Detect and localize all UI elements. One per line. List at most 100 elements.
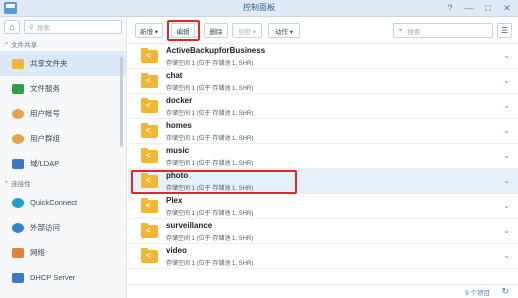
sidebar-top: ⌂ ⚲ 搜索 [0, 17, 126, 37]
sidebar-item-domain-ldap[interactable]: 域/LDAP [0, 151, 126, 176]
group-icon [12, 133, 24, 144]
list-item[interactable]: surveillance 存储空间 1 (位于 存储池 1, SHR) ⌄ [128, 219, 518, 244]
chevron-up-icon: ^ [5, 179, 9, 187]
share-name: Plex [166, 196, 183, 205]
list-item[interactable]: docker 存储空间 1 (位于 存储池 1, SHR) ⌄ [128, 94, 518, 119]
domain-icon [12, 158, 24, 169]
network-icon [12, 247, 24, 258]
sidebar-item-external-access[interactable]: 外部访问 [0, 215, 126, 240]
share-description: 存储空间 1 (位于 存储池 1, SHR) [166, 111, 254, 117]
filter-icon: ⏷ [398, 26, 404, 34]
share-description: 存储空间 1 (位于 存储池 1, SHR) [166, 86, 254, 92]
share-name: chat [166, 71, 183, 80]
maximize-button[interactable]: □ [483, 1, 493, 15]
sidebar-item-label: 用户帐号 [30, 109, 60, 118]
delete-button[interactable]: 删除 [204, 23, 228, 38]
sidebar-item-dhcp-server[interactable]: DHCP Server [0, 265, 126, 290]
chevron-down-icon[interactable]: ⌄ [503, 251, 510, 260]
share-name: music [166, 146, 190, 155]
help-button[interactable]: ? [445, 1, 455, 15]
share-description: 存储空间 1 (位于 存储池 1, SHR) [166, 261, 254, 267]
sidebar-item-label: 文件服务 [30, 84, 60, 93]
minimize-button[interactable]: — [464, 1, 474, 15]
shared-folder-icon [141, 98, 158, 113]
list-item-selected[interactable]: photo 存储空间 1 (位于 存储池 1, SHR) ⌄ [128, 169, 518, 194]
section-file-sharing-label: 文件共享 [11, 42, 38, 49]
sidebar-item-user[interactable]: 用户帐号 [0, 101, 126, 126]
close-button[interactable]: ✕ [502, 1, 512, 15]
item-count: 9 个项目 [465, 290, 490, 297]
sidebar-item-label: 外部访问 [30, 223, 60, 232]
sidebar-item-group[interactable]: 用户群组 [0, 126, 126, 151]
action-button[interactable]: 动作 ▾ [268, 23, 300, 38]
chevron-up-icon: ^ [5, 40, 9, 48]
filter-search-input[interactable]: ⏷ 搜索 [393, 23, 493, 38]
list-item[interactable]: video 存储空间 1 (位于 存储池 1, SHR) ⌄ [128, 244, 518, 269]
share-name: surveillance [166, 221, 213, 230]
share-description: 存储空间 1 (位于 存储池 1, SHR) [166, 136, 254, 142]
toolbar: 新增 ▾ 编辑 删除 加密 ▾ 动作 ▾ ⏷ 搜索 ☰ [128, 17, 518, 44]
globe-icon [12, 222, 24, 233]
photo-highlight-box [131, 170, 297, 194]
chevron-down-icon[interactable]: ⌄ [503, 101, 510, 110]
window-title: 控制面板 [243, 3, 275, 12]
section-connectivity-label: 连接性 [11, 181, 31, 188]
search-icon: ⚲ [29, 24, 34, 31]
shared-folder-icon [141, 198, 158, 213]
shared-folder-list: ActiveBackupforBusiness 存储空间 1 (位于 存储池 1… [128, 44, 518, 284]
share-description: 存储空间 1 (位于 存储池 1, SHR) [166, 161, 254, 167]
shared-folder-icon [141, 123, 158, 138]
shared-folder-icon [141, 48, 158, 63]
chevron-down-icon[interactable]: ⌄ [503, 201, 510, 210]
home-button[interactable]: ⌂ [4, 20, 20, 34]
chevron-down-icon[interactable]: ⌄ [503, 51, 510, 60]
dhcp-icon [12, 272, 24, 283]
sidebar-item-shared-folder[interactable]: 共享文件夹 [0, 51, 126, 76]
create-button[interactable]: 新增 ▾ [135, 23, 163, 38]
encrypt-button[interactable]: 加密 ▾ [232, 23, 262, 38]
sidebar-item-label: 用户群组 [30, 134, 60, 143]
sidebar-item-file-services[interactable]: 文件服务 [0, 76, 126, 101]
list-item[interactable]: music 存储空间 1 (位于 存储池 1, SHR) ⌄ [128, 144, 518, 169]
chevron-down-icon[interactable]: ⌄ [503, 176, 510, 185]
list-view-icon: ☰ [500, 26, 509, 35]
section-connectivity[interactable]: ^ 连接性 [0, 176, 126, 190]
home-icon: ⌂ [9, 22, 15, 32]
chevron-down-icon[interactable]: ⌄ [503, 76, 510, 85]
shared-folder-icon [141, 148, 158, 163]
filter-placeholder: 搜索 [407, 28, 421, 36]
quickconnect-icon [12, 197, 24, 208]
chevron-down-icon[interactable]: ⌄ [503, 126, 510, 135]
sidebar: ⌂ ⚲ 搜索 ^ 文件共享 共享文件夹 文件服务 用户帐号 用户群组 域/LDA… [0, 17, 127, 298]
sidebar-scrollbar[interactable] [120, 57, 123, 147]
share-name: docker [166, 96, 193, 105]
list-footer: 9 个项目 ↻ [128, 284, 518, 298]
chevron-down-icon[interactable]: ⌄ [503, 151, 510, 160]
shared-folder-icon [141, 223, 158, 238]
sidebar-item-label: 域/LDAP [30, 159, 60, 168]
share-description: 存储空间 1 (位于 存储池 1, SHR) [166, 211, 254, 217]
sidebar-search-input[interactable]: ⚲ 搜索 [24, 20, 122, 34]
list-item[interactable]: Plex 存储空间 1 (位于 存储池 1, SHR) ⌄ [128, 194, 518, 219]
share-name: ActiveBackupforBusiness [166, 46, 266, 55]
refresh-icon[interactable]: ↻ [501, 286, 509, 297]
sidebar-item-quickconnect[interactable]: QuickConnect [0, 190, 126, 215]
share-description: 存储空间 1 (位于 存储池 1, SHR) [166, 61, 254, 67]
sidebar-item-label: DHCP Server [30, 273, 76, 282]
user-icon [12, 108, 24, 119]
main-panel: 新增 ▾ 编辑 删除 加密 ▾ 动作 ▾ ⏷ 搜索 ☰ ActiveBackup… [128, 17, 518, 298]
share-name: video [166, 246, 187, 255]
view-options-button[interactable]: ☰ [497, 23, 512, 38]
file-services-icon [12, 83, 24, 94]
list-item[interactable]: ActiveBackupforBusiness 存储空间 1 (位于 存储池 1… [128, 44, 518, 69]
section-file-sharing[interactable]: ^ 文件共享 [0, 37, 126, 51]
list-item[interactable]: homes 存储空间 1 (位于 存储池 1, SHR) ⌄ [128, 119, 518, 144]
sidebar-search-placeholder: 搜索 [36, 25, 50, 32]
list-item[interactable]: chat 存储空间 1 (位于 存储池 1, SHR) ⌄ [128, 69, 518, 94]
title-bar: 控制面板 ? — □ ✕ [0, 0, 518, 17]
share-description: 存储空间 1 (位于 存储池 1, SHR) [166, 236, 254, 242]
chevron-down-icon[interactable]: ⌄ [503, 226, 510, 235]
sidebar-item-label: 网络 [30, 248, 45, 257]
sidebar-item-network[interactable]: 网络 [0, 240, 126, 265]
edit-highlight-box [167, 20, 200, 41]
